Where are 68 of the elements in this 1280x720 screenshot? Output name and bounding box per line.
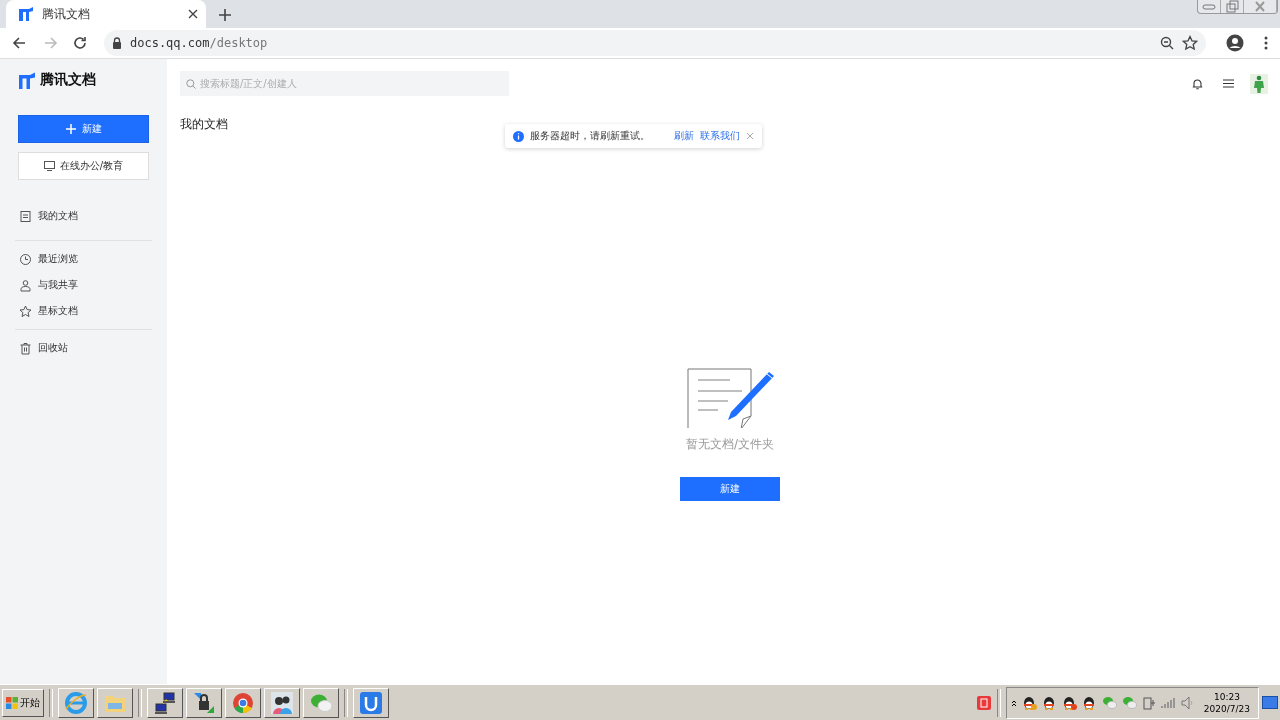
menu-icon <box>1223 79 1234 88</box>
taskbar-app-button[interactable] <box>353 687 389 718</box>
taskbar-app-button[interactable] <box>58 687 94 718</box>
penguin-icon[interactable] <box>1081 695 1097 710</box>
user-avatar[interactable] <box>1250 73 1268 94</box>
windows-logo-icon <box>6 696 18 709</box>
bell-icon <box>1192 77 1203 90</box>
reload-icon <box>72 35 88 51</box>
lock-arrows-icon <box>192 690 216 715</box>
app-logo-icon <box>18 6 34 22</box>
shield-app-icon <box>359 690 383 715</box>
url-text: docs.qq.com/desktop <box>130 36 269 50</box>
document-icon <box>19 209 32 223</box>
nav-item[interactable]: 星标文档 <box>15 301 82 321</box>
taskbar-app-button[interactable] <box>186 687 222 718</box>
close-icon[interactable] <box>188 9 198 19</box>
penguin-icon[interactable] <box>1021 695 1037 710</box>
two-people-icon <box>270 690 294 715</box>
penguin-icon[interactable] <box>1041 695 1057 710</box>
nav-item[interactable]: 我的文档 <box>15 206 82 226</box>
address-bar[interactable]: docs.qq.com/desktop <box>104 30 1206 56</box>
page-heading: 我的文档 <box>180 116 229 133</box>
chrome-icon <box>231 690 255 715</box>
taskbar-app-button[interactable] <box>264 687 300 718</box>
clock-date: 2020/7/23 <box>1203 702 1250 715</box>
person-icon <box>19 278 32 292</box>
app-logo-icon <box>18 71 36 89</box>
tray-app-icon[interactable] <box>975 694 992 711</box>
taskbar-app-button[interactable] <box>147 687 183 718</box>
network-computers-icon <box>153 690 177 715</box>
plus-icon <box>218 8 232 22</box>
monitor-icon <box>43 161 55 171</box>
penguin-icon[interactable] <box>1061 695 1077 710</box>
avatar-icon <box>1253 74 1265 93</box>
trash-icon <box>19 341 32 355</box>
browser-e-icon <box>64 690 88 715</box>
speaker-icon[interactable] <box>1180 695 1193 710</box>
info-icon <box>513 130 524 142</box>
back-arrow-icon <box>12 35 28 51</box>
plus-icon <box>65 124 76 134</box>
taskbar-app-button[interactable] <box>225 687 261 718</box>
toast-message: 服务器超时，请刷新重试。 <box>530 129 650 143</box>
taskbar-app-button[interactable] <box>97 687 133 718</box>
person-icon <box>1226 34 1244 52</box>
lock-icon <box>112 37 122 49</box>
search-icon <box>186 78 196 89</box>
nav-item[interactable]: 与我共享 <box>15 275 82 295</box>
more-icon <box>1264 35 1268 51</box>
toast-link[interactable]: 联系我们 <box>700 129 740 143</box>
start-button[interactable]: 开始 <box>2 688 44 717</box>
star-icon <box>19 304 32 318</box>
new-button[interactable]: 新建 <box>680 477 780 501</box>
taskbar-app-button[interactable] <box>303 687 339 718</box>
zoom-out-icon[interactable] <box>1160 36 1174 50</box>
expand-icon[interactable] <box>1010 698 1017 707</box>
forward-arrow-icon <box>42 35 58 51</box>
new-button[interactable]: 新建 <box>18 115 149 143</box>
browser-tab[interactable]: 腾讯文档 <box>6 0 206 28</box>
star-icon[interactable] <box>1182 35 1198 51</box>
toast-link[interactable]: 刷新 <box>674 129 694 143</box>
clock-icon <box>19 252 32 266</box>
nav-item[interactable]: 回收站 <box>15 338 72 358</box>
power-plug-icon[interactable] <box>1141 695 1156 710</box>
clock-time: 10:23 <box>1213 690 1240 703</box>
empty-state-text: 暂无文档/文件夹 <box>685 436 774 453</box>
online-office-button[interactable]: 在线办公/教育 <box>18 152 149 180</box>
nav-item[interactable]: 最近浏览 <box>15 249 82 269</box>
app-logo-text: 腾讯文档 <box>40 71 96 89</box>
